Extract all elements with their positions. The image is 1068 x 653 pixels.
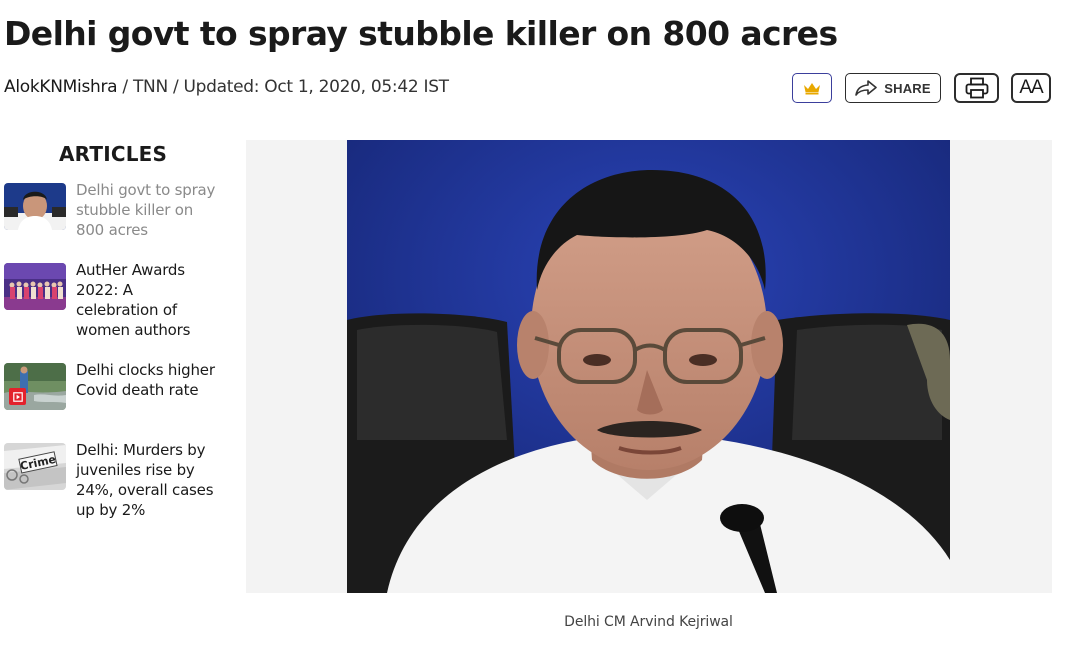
article-page: Delhi govt to spray stubble killer on 80…: [0, 0, 1068, 653]
caption-container: Delhi CM Arvind Kejriwal: [0, 0, 1068, 653]
hero-caption: Delhi CM Arvind Kejriwal: [564, 614, 733, 630]
